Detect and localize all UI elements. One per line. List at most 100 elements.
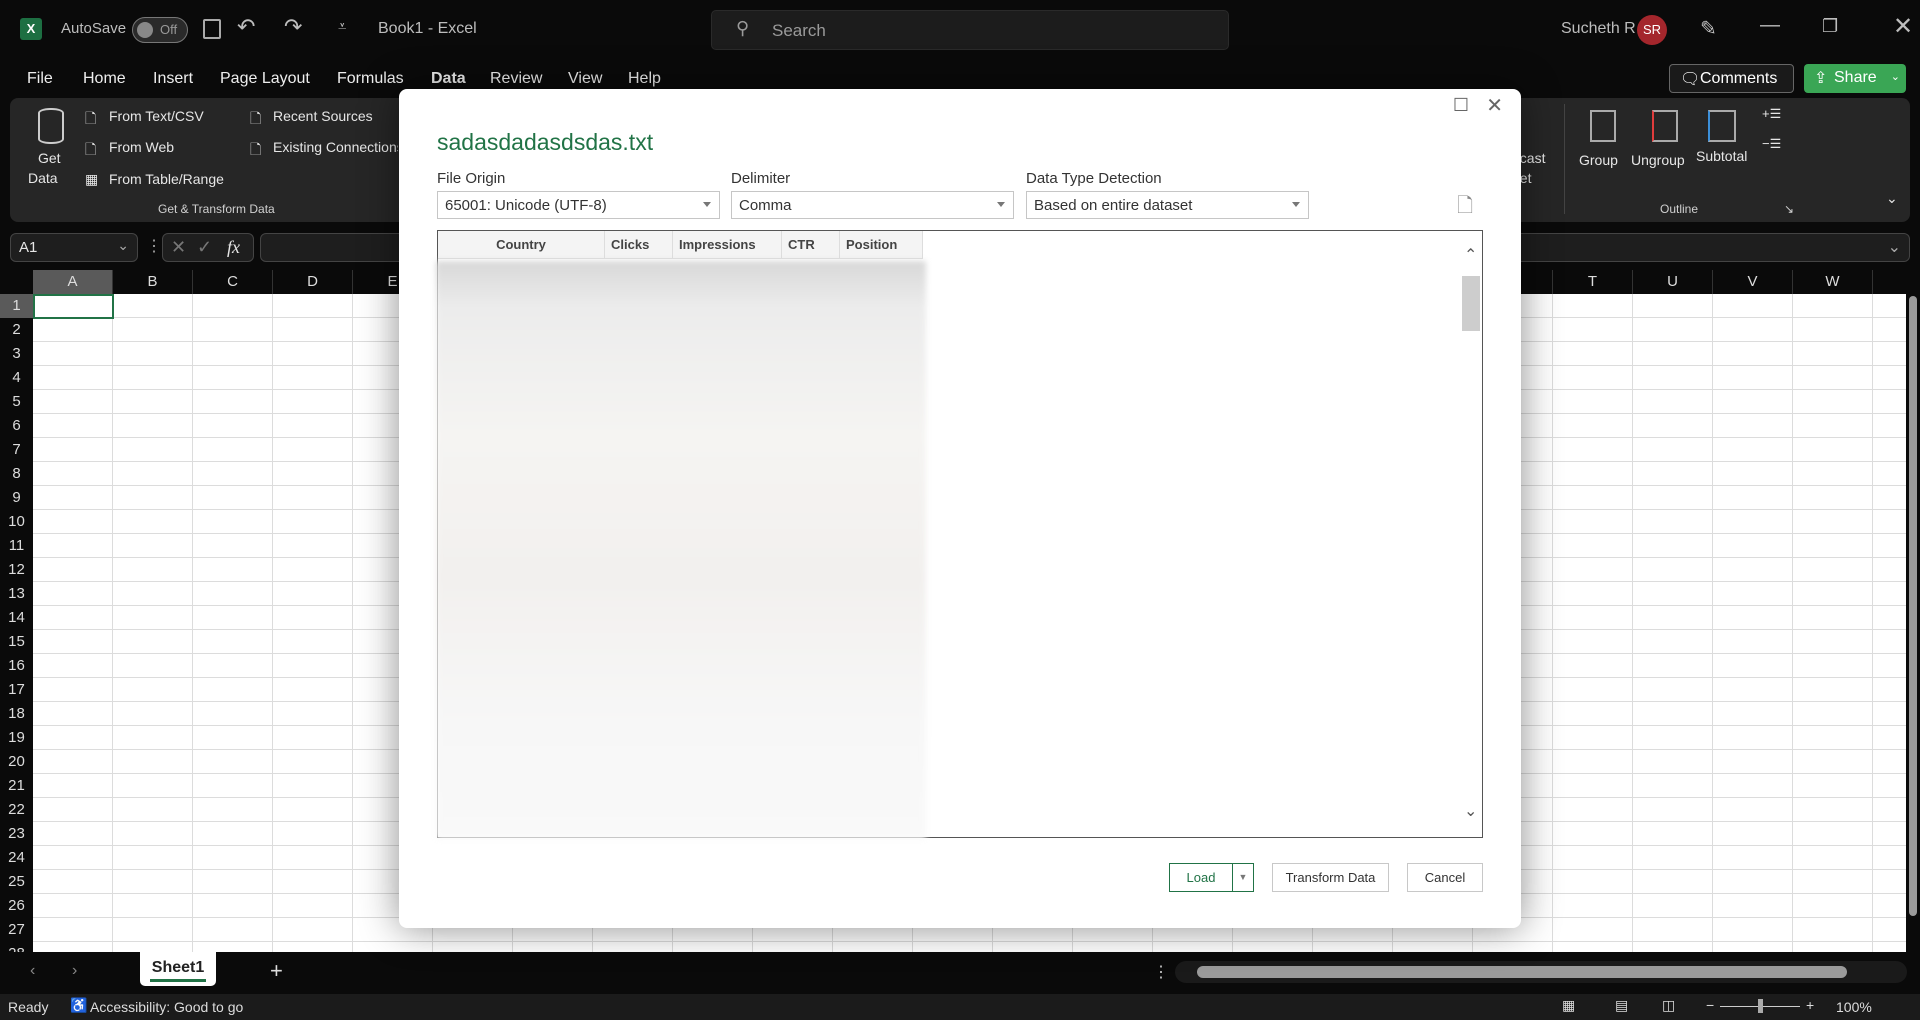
row-header-3[interactable]: 3 <box>0 342 33 366</box>
row-header-28[interactable]: 28 <box>0 942 33 952</box>
next-sheet-icon[interactable]: › <box>72 962 77 980</box>
insert-function-icon[interactable]: fx <box>227 237 240 258</box>
maximize-icon[interactable]: ☐ <box>1453 95 1469 116</box>
row-header-5[interactable]: 5 <box>0 390 33 414</box>
ungroup-button[interactable]: Ungroup <box>1631 152 1685 168</box>
get-data-button[interactable]: Data <box>28 170 58 186</box>
comments-button[interactable]: 🗨 Comments <box>1669 64 1794 93</box>
load-options-arrow-icon[interactable]: ▼ <box>1232 864 1253 891</box>
avatar[interactable]: SR <box>1637 15 1667 45</box>
normal-view-icon[interactable]: ▦ <box>1562 997 1575 1014</box>
coauthor-icon[interactable]: ✎ <box>1700 16 1717 41</box>
row-header-2[interactable]: 2 <box>0 318 33 342</box>
cancel-button[interactable]: Cancel <box>1407 863 1483 892</box>
zoom-slider[interactable] <box>1720 999 1800 1013</box>
row-header-23[interactable]: 23 <box>0 822 33 846</box>
subtotal-button[interactable]: Subtotal <box>1696 148 1747 164</box>
preview-scrollbar[interactable]: ⌃ ⌄ <box>1460 231 1482 837</box>
zoom-level[interactable]: 100% <box>1836 999 1872 1015</box>
get-data-line1[interactable]: Get <box>38 150 61 166</box>
prev-sheet-icon[interactable]: ‹ <box>30 962 35 980</box>
column-header-t[interactable]: T <box>1553 270 1633 294</box>
recent-sources-button[interactable]: Recent Sources <box>273 108 373 124</box>
load-button[interactable]: Load ▼ <box>1169 863 1254 892</box>
row-header-16[interactable]: 16 <box>0 654 33 678</box>
column-header-w[interactable]: W <box>1793 270 1873 294</box>
row-header-24[interactable]: 24 <box>0 846 33 870</box>
row-header-15[interactable]: 15 <box>0 630 33 654</box>
more-icon[interactable]: ⋮ <box>1153 962 1169 982</box>
tab-data[interactable]: Data <box>431 70 466 88</box>
collapse-ribbon-icon[interactable]: ⌄ <box>1886 190 1898 207</box>
refresh-preview-icon[interactable]: 🗋 <box>1457 191 1473 225</box>
zoom-in-icon[interactable]: + <box>1806 997 1814 1013</box>
row-header-10[interactable]: 10 <box>0 510 33 534</box>
row-header-25[interactable]: 25 <box>0 870 33 894</box>
row-header-8[interactable]: 8 <box>0 462 33 486</box>
redo-icon[interactable]: ↷ <box>284 14 302 40</box>
show-detail-icon[interactable]: +☰ <box>1762 106 1781 122</box>
scroll-down-icon[interactable]: ⌄ <box>1464 801 1477 821</box>
close-icon[interactable]: ✕ <box>1486 93 1503 118</box>
minimize-icon[interactable]: — <box>1760 14 1780 37</box>
row-header-9[interactable]: 9 <box>0 486 33 510</box>
column-header-u[interactable]: U <box>1633 270 1713 294</box>
undo-icon[interactable]: ↶ <box>237 14 255 40</box>
autosave-toggle[interactable]: Off <box>132 17 188 43</box>
cancel-icon[interactable]: ✕ <box>171 237 186 258</box>
tab-formulas[interactable]: Formulas <box>337 70 404 88</box>
from-text-csv-button[interactable]: From Text/CSV <box>109 108 204 124</box>
name-box[interactable]: A1 ⌄ <box>10 233 138 262</box>
row-header-17[interactable]: 17 <box>0 678 33 702</box>
horizontal-scrollbar[interactable] <box>1175 961 1907 983</box>
row-header-6[interactable]: 6 <box>0 414 33 438</box>
data-type-detection-select[interactable]: Based on entire dataset <box>1026 191 1309 219</box>
expand-formula-icon[interactable]: ⌄ <box>1888 237 1901 257</box>
existing-connections-button[interactable]: Existing Connections <box>273 139 398 155</box>
column-header-a[interactable]: A <box>33 270 113 294</box>
row-header-11[interactable]: 11 <box>0 534 33 558</box>
tab-page-layout[interactable]: Page Layout <box>220 70 310 88</box>
tab-home[interactable]: Home <box>83 70 126 88</box>
close-icon[interactable]: ✕ <box>1893 12 1913 41</box>
sheet-tab-sheet1[interactable]: Sheet1 <box>140 952 216 986</box>
search-box[interactable]: ⚲ Search <box>711 10 1229 50</box>
tab-review[interactable]: Review <box>490 70 542 88</box>
row-header-18[interactable]: 18 <box>0 702 33 726</box>
row-header-14[interactable]: 14 <box>0 606 33 630</box>
column-header-d[interactable]: D <box>273 270 353 294</box>
group-button[interactable]: Group <box>1579 152 1618 168</box>
delimiter-select[interactable]: Comma <box>731 191 1014 219</box>
tab-view[interactable]: View <box>568 70 602 88</box>
row-header-26[interactable]: 26 <box>0 894 33 918</box>
row-header-21[interactable]: 21 <box>0 774 33 798</box>
zoom-out-icon[interactable]: − <box>1706 997 1714 1013</box>
scroll-thumb[interactable] <box>1462 276 1480 331</box>
dialog-launcher-icon[interactable]: ↘ <box>1784 202 1794 216</box>
transform-data-button[interactable]: Transform Data <box>1272 863 1389 892</box>
vertical-scrollbar[interactable] <box>1906 290 1920 952</box>
page-layout-view-icon[interactable]: ▤ <box>1615 997 1628 1014</box>
more-icon[interactable]: ⋮ <box>146 236 162 256</box>
column-header-b[interactable]: B <box>113 270 193 294</box>
save-icon[interactable] <box>203 19 221 39</box>
add-sheet-icon[interactable]: + <box>270 958 283 984</box>
row-header-19[interactable]: 19 <box>0 726 33 750</box>
scroll-up-icon[interactable]: ⌃ <box>1464 245 1477 265</box>
column-header-c[interactable]: C <box>193 270 273 294</box>
customize-qat-icon[interactable]: ⩡ <box>338 18 346 35</box>
page-break-view-icon[interactable]: ◫ <box>1662 997 1675 1014</box>
from-table-range-button[interactable]: From Table/Range <box>109 171 224 187</box>
tab-file[interactable]: File <box>27 70 53 88</box>
file-origin-select[interactable]: 65001: Unicode (UTF-8) <box>437 191 720 219</box>
row-header-27[interactable]: 27 <box>0 918 33 942</box>
enter-icon[interactable]: ✓ <box>197 237 212 258</box>
column-header-v[interactable]: V <box>1713 270 1793 294</box>
row-header-12[interactable]: 12 <box>0 558 33 582</box>
select-all-button[interactable] <box>0 270 33 294</box>
tab-insert[interactable]: Insert <box>153 70 193 88</box>
row-header-4[interactable]: 4 <box>0 366 33 390</box>
row-header-20[interactable]: 20 <box>0 750 33 774</box>
row-header-22[interactable]: 22 <box>0 798 33 822</box>
hide-detail-icon[interactable]: −☰ <box>1762 136 1781 152</box>
